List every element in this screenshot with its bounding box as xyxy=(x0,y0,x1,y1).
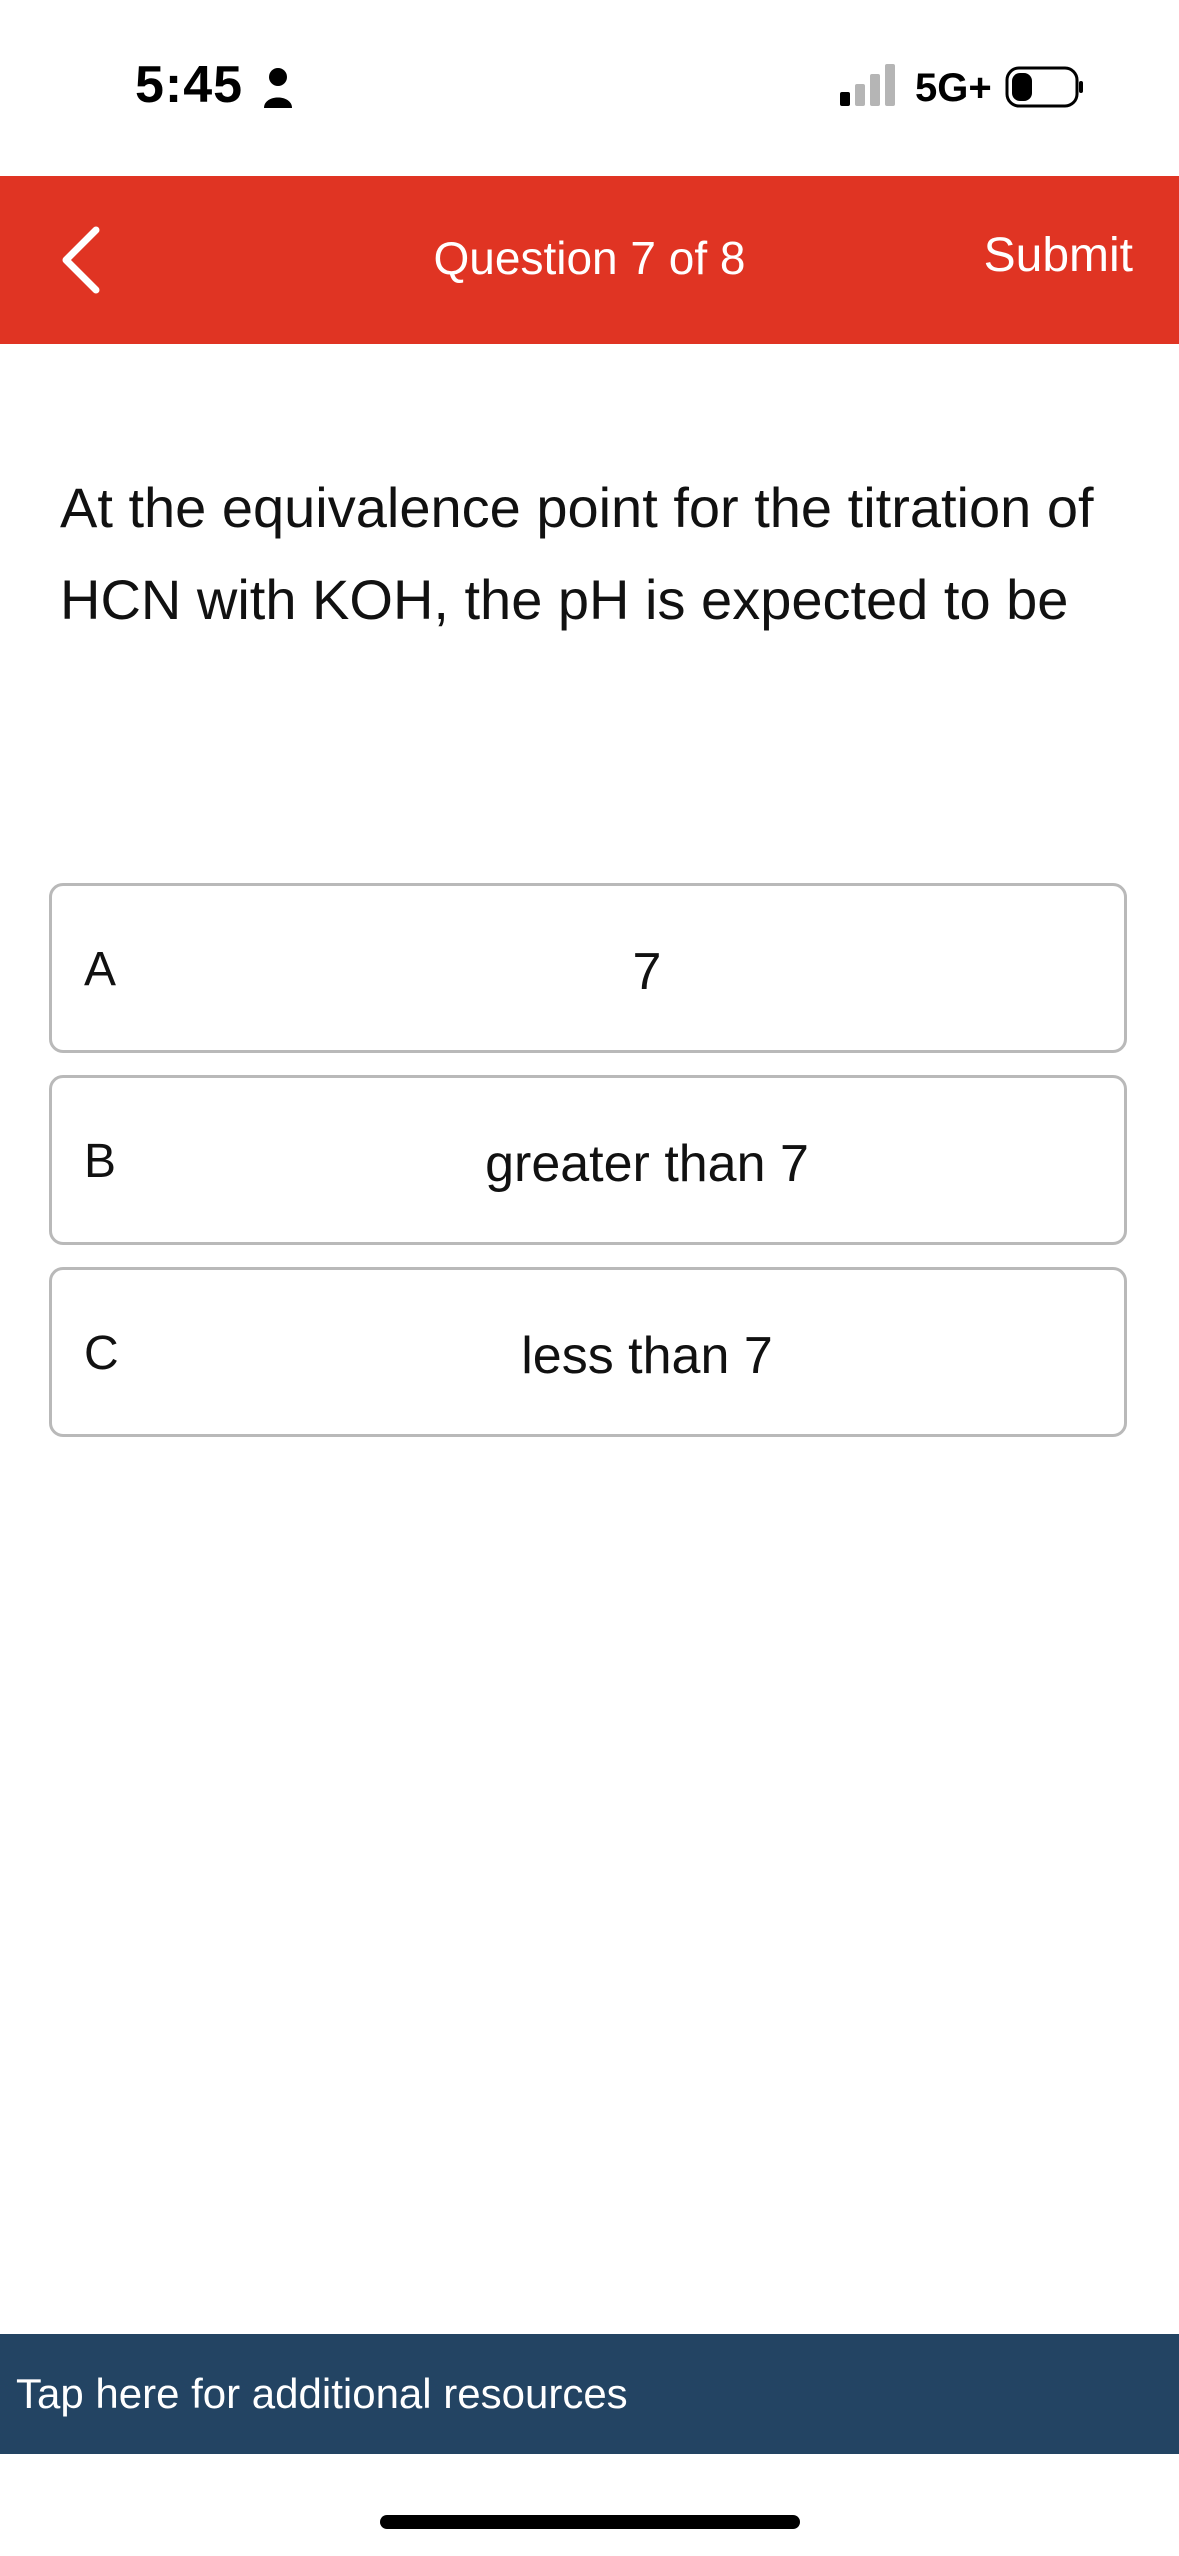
answer-option-c[interactable]: C less than 7 xyxy=(49,1267,1127,1437)
resources-label: Tap here for additional resources xyxy=(16,2370,628,2417)
status-time: 5:45 xyxy=(135,56,244,114)
option-letter: C xyxy=(84,1327,119,1380)
network-type: 5G+ xyxy=(915,66,992,110)
cellular-signal-icon xyxy=(840,64,895,106)
option-text: greater than 7 xyxy=(485,1135,809,1193)
option-letter: B xyxy=(84,1135,117,1188)
header-bar: Question 7 of 8 Submit xyxy=(0,176,1179,344)
home-indicator[interactable] xyxy=(380,2515,800,2529)
answer-option-b[interactable]: B greater than 7 xyxy=(49,1075,1127,1245)
additional-resources-button[interactable]: Tap here for additional resources xyxy=(0,2334,1179,2454)
answer-option-a[interactable]: A 7 xyxy=(49,883,1127,1053)
submit-button[interactable]: Submit xyxy=(984,228,1133,283)
person-icon xyxy=(264,68,292,108)
status-bar: 5:45 5G+ xyxy=(0,0,1179,176)
battery-icon xyxy=(1005,66,1083,108)
option-text: less than 7 xyxy=(521,1327,773,1385)
option-letter: A xyxy=(84,943,117,996)
question-text: At the equivalence point for the titrati… xyxy=(60,476,1094,631)
option-text: 7 xyxy=(632,943,662,1001)
